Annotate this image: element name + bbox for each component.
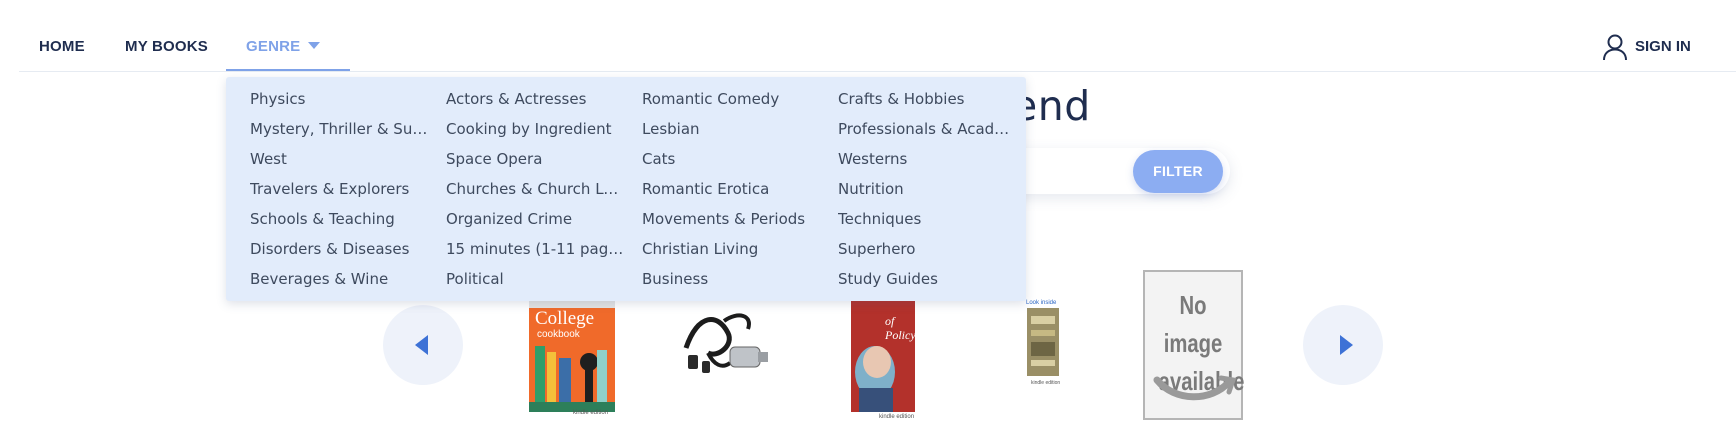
genre-item[interactable]: Churches & Church Leadership [446, 180, 626, 210]
sign-in-label: SIGN IN [1635, 38, 1691, 55]
book-cover-subtitle: cookbook [537, 329, 580, 340]
genre-active-underline [226, 69, 350, 71]
genre-item[interactable]: Political [446, 270, 626, 300]
chevron-right-icon [1340, 335, 1353, 355]
genre-item[interactable]: Beverages & Wine [250, 270, 430, 300]
book-cover[interactable] [678, 303, 778, 383]
genre-item[interactable]: Christian Living [642, 240, 822, 270]
book-cover-title: College [535, 308, 595, 329]
book-cover[interactable]: Look inside kindle edition [1025, 300, 1061, 388]
genre-item[interactable]: Study Guides [838, 270, 1018, 300]
book-badge: kindle edition [879, 414, 915, 420]
book-cover-title: of Policy [885, 314, 916, 342]
look-inside-label: Look inside [1026, 300, 1057, 306]
book-cover-art [1025, 300, 1061, 380]
genre-item[interactable]: Nutrition [838, 180, 1018, 210]
genre-item[interactable]: Movements & Periods [642, 210, 822, 240]
book-badge: kindle edition [573, 410, 609, 416]
user-icon [1603, 34, 1627, 61]
book-cover[interactable]: of Policy kindle edition [851, 300, 916, 420]
book-cover[interactable]: No image available [1143, 270, 1244, 420]
genre-item[interactable]: Organized Crime [446, 210, 626, 240]
genre-item[interactable]: Physics [250, 90, 430, 120]
filter-button[interactable]: FILTER [1133, 150, 1223, 193]
genre-item[interactable]: Professionals & Academics [838, 120, 1018, 150]
book-cover[interactable]: College cookbook kindle edition [529, 300, 615, 420]
genre-item[interactable]: Romantic Comedy [642, 90, 822, 120]
genre-item[interactable]: Business [642, 270, 822, 300]
genre-item[interactable]: Travelers & Explorers [250, 180, 430, 210]
genre-item[interactable]: Mystery, Thriller & Suspense [250, 120, 430, 150]
chevron-left-icon [415, 335, 428, 355]
genre-column: Actors & Actresses Cooking by Ingredient… [446, 90, 626, 300]
genre-item[interactable]: Lesbian [642, 120, 822, 150]
genre-column: Crafts & Hobbies Professionals & Academi… [838, 90, 1018, 300]
genre-item[interactable]: Actors & Actresses [446, 90, 626, 120]
genre-item[interactable]: Superhero [838, 240, 1018, 270]
genre-item[interactable]: Romantic Erotica [642, 180, 822, 210]
carousel-prev-button[interactable] [383, 305, 463, 385]
product-photo [683, 313, 768, 373]
smile-logo-icon [1153, 375, 1237, 401]
book-badge: kindle edition [1031, 380, 1061, 386]
nav-genre-label: GENRE [246, 38, 301, 55]
genre-item[interactable]: Schools & Teaching [250, 210, 430, 240]
nav-home[interactable]: HOME [39, 38, 85, 55]
genre-item[interactable]: West [250, 150, 430, 180]
nav-genre[interactable]: GENRE [246, 38, 321, 55]
genre-item[interactable]: Techniques [838, 210, 1018, 240]
genre-column: Romantic Comedy Lesbian Cats Romantic Er… [642, 90, 822, 300]
genre-item[interactable]: Westerns [838, 150, 1018, 180]
genre-item[interactable]: Disorders & Diseases [250, 240, 430, 270]
main-nav: HOME MY BOOKS GENRE SIGN IN [19, 0, 1736, 72]
genre-dropdown-menu: Physics Mystery, Thriller & Suspense Wes… [226, 77, 1026, 301]
genre-item[interactable]: Space Opera [446, 150, 626, 180]
genre-column: Physics Mystery, Thriller & Suspense Wes… [250, 90, 430, 300]
genre-item[interactable]: Cooking by Ingredient [446, 120, 626, 150]
genre-item[interactable]: 15 minutes (1-11 pages) [446, 240, 626, 270]
chevron-down-icon [308, 42, 321, 49]
genre-item[interactable]: Cats [642, 150, 822, 180]
nav-my-books[interactable]: MY BOOKS [125, 38, 208, 55]
genre-item[interactable]: Crafts & Hobbies [838, 90, 1018, 120]
carousel-next-button[interactable] [1303, 305, 1383, 385]
